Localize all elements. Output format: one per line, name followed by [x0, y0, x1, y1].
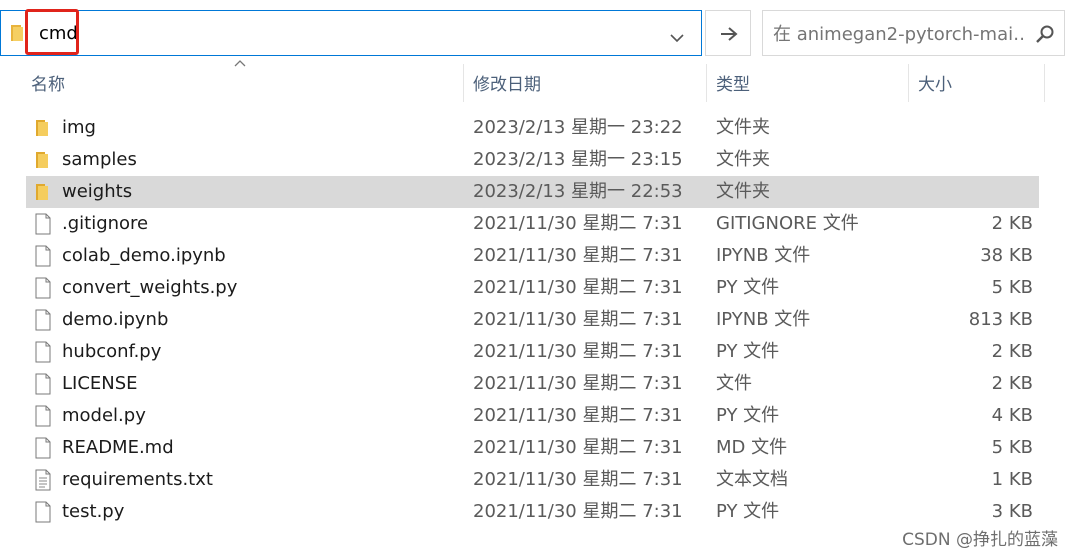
file-date: 2021/11/30 星期二 7:31: [473, 437, 683, 458]
folder-icon: [34, 149, 52, 171]
file-size: 38 KB: [980, 245, 1033, 266]
file-size: 4 KB: [991, 405, 1033, 426]
file-row[interactable]: convert_weights.py 2021/11/30 星期二 7:31 P…: [26, 272, 1039, 304]
file-icon: [34, 341, 52, 363]
file-date: 2021/11/30 星期二 7:31: [473, 245, 683, 266]
file-row[interactable]: model.py 2021/11/30 星期二 7:31 PY 文件 4 KB: [26, 400, 1039, 432]
file-type: 文件夹: [716, 149, 770, 170]
file-name: convert_weights.py: [62, 277, 238, 298]
file-size: 5 KB: [991, 437, 1033, 458]
file-date: 2023/2/13 星期一 23:15: [473, 149, 683, 170]
column-divider[interactable]: [463, 64, 464, 102]
file-date: 2021/11/30 星期二 7:31: [473, 213, 683, 234]
folder-icon: [34, 181, 52, 203]
file-name: model.py: [62, 405, 146, 426]
file-type: MD 文件: [716, 437, 788, 458]
file-date: 2021/11/30 星期二 7:31: [473, 469, 683, 490]
column-header-date[interactable]: 修改日期: [473, 72, 541, 98]
file-type: PY 文件: [716, 405, 780, 426]
text-file-icon: [34, 469, 52, 491]
file-name: hubconf.py: [62, 341, 162, 362]
file-row[interactable]: colab_demo.ipynb 2021/11/30 星期二 7:31 IPY…: [26, 240, 1039, 272]
file-name: weights: [62, 181, 133, 202]
watermark: CSDN @挣扎的蓝藻: [902, 530, 1058, 550]
column-divider[interactable]: [908, 64, 909, 102]
file-size: 5 KB: [991, 277, 1033, 298]
file-name: test.py: [62, 501, 125, 522]
file-name: .gitignore: [62, 213, 149, 234]
file-date: 2021/11/30 星期二 7:31: [473, 405, 683, 426]
folder-icon: [34, 117, 52, 139]
file-date: 2023/2/13 星期一 23:22: [473, 117, 683, 138]
column-header-size[interactable]: 大小: [918, 72, 952, 98]
file-size: 2 KB: [991, 341, 1033, 362]
file-date: 2021/11/30 星期二 7:31: [473, 341, 683, 362]
file-row[interactable]: README.md 2021/11/30 星期二 7:31 MD 文件 5 KB: [26, 432, 1039, 464]
file-name: colab_demo.ipynb: [62, 245, 226, 266]
file-size: 2 KB: [991, 373, 1033, 394]
column-divider[interactable]: [1044, 64, 1045, 102]
file-type: 文本文档: [716, 469, 788, 490]
file-date: 2021/11/30 星期二 7:31: [473, 277, 683, 298]
file-name: requirements.txt: [62, 469, 213, 490]
file-date: 2021/11/30 星期二 7:31: [473, 373, 683, 394]
file-type: 文件夹: [716, 181, 770, 202]
file-icon: [34, 501, 52, 523]
file-icon: [34, 373, 52, 395]
file-icon: [34, 277, 52, 299]
file-icon: [34, 213, 52, 235]
file-type: IPYNB 文件: [716, 309, 811, 330]
file-row[interactable]: demo.ipynb 2021/11/30 星期二 7:31 IPYNB 文件 …: [26, 304, 1039, 336]
file-name: LICENSE: [62, 373, 138, 394]
file-type: PY 文件: [716, 501, 780, 522]
address-bar[interactable]: [0, 10, 702, 56]
file-type: IPYNB 文件: [716, 245, 811, 266]
file-name: README.md: [62, 437, 174, 458]
file-type: GITIGNORE 文件: [716, 213, 859, 234]
file-date: 2023/2/13 星期一 22:53: [473, 181, 683, 202]
file-type: PY 文件: [716, 341, 780, 362]
column-header-name[interactable]: 名称: [31, 72, 65, 98]
file-size: 1 KB: [991, 469, 1033, 490]
go-button[interactable]: [705, 10, 751, 56]
file-name: img: [62, 117, 96, 138]
file-row[interactable]: img 2023/2/13 星期一 23:22 文件夹: [26, 112, 1039, 144]
file-date: 2021/11/30 星期二 7:31: [473, 309, 683, 330]
file-type: PY 文件: [716, 277, 780, 298]
chevron-down-icon[interactable]: [669, 33, 685, 43]
file-name: demo.ipynb: [62, 309, 169, 330]
file-row[interactable]: samples 2023/2/13 星期一 23:15 文件夹: [26, 144, 1039, 176]
sort-ascending-icon: [234, 60, 246, 67]
column-header-type[interactable]: 类型: [716, 72, 750, 98]
search-input[interactable]: [763, 21, 1023, 47]
file-date: 2021/11/30 星期二 7:31: [473, 501, 683, 522]
annotation-highlight-box: [25, 9, 79, 55]
file-icon: [34, 309, 52, 331]
file-size: 3 KB: [991, 501, 1033, 522]
arrow-right-icon: [721, 27, 738, 41]
file-icon: [34, 405, 52, 427]
file-row[interactable]: requirements.txt 2021/11/30 星期二 7:31 文本文…: [26, 464, 1039, 496]
file-type: 文件夹: [716, 117, 770, 138]
column-divider[interactable]: [706, 64, 707, 102]
file-row[interactable]: hubconf.py 2021/11/30 星期二 7:31 PY 文件 2 K…: [26, 336, 1039, 368]
file-size: 813 KB: [968, 309, 1033, 330]
address-input[interactable]: [31, 21, 639, 45]
file-row[interactable]: .gitignore 2021/11/30 星期二 7:31 GITIGNORE…: [26, 208, 1039, 240]
file-size: 2 KB: [991, 213, 1033, 234]
file-icon: [34, 437, 52, 459]
file-name: samples: [62, 149, 137, 170]
file-icon: [34, 245, 52, 267]
search-icon[interactable]: [1035, 24, 1055, 44]
file-row[interactable]: weights 2023/2/13 星期一 22:53 文件夹: [26, 176, 1039, 208]
file-row[interactable]: test.py 2021/11/30 星期二 7:31 PY 文件 3 KB: [26, 496, 1039, 528]
file-row[interactable]: LICENSE 2021/11/30 星期二 7:31 文件 2 KB: [26, 368, 1039, 400]
search-box[interactable]: [762, 10, 1065, 56]
file-type: 文件: [716, 373, 752, 394]
folder-icon: [11, 25, 23, 41]
